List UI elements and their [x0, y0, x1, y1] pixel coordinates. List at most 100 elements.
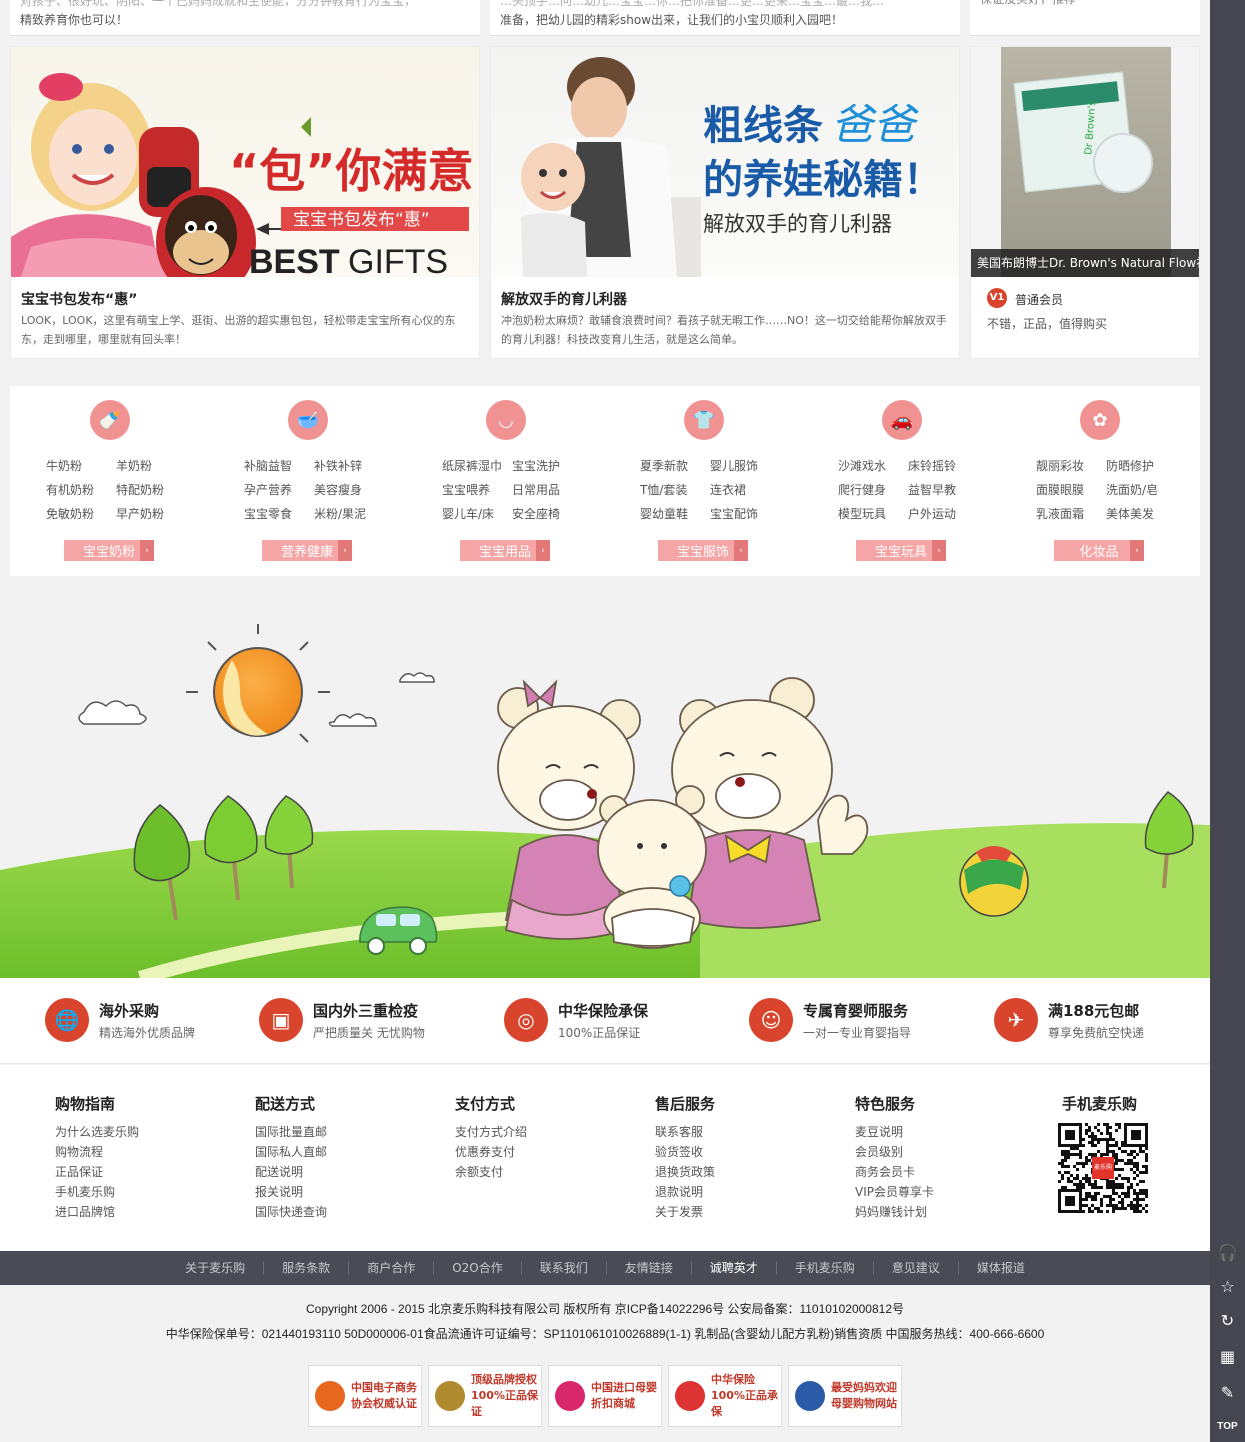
category-link[interactable]: 婴儿服饰: [710, 454, 780, 478]
category-link[interactable]: 补脑益智: [244, 454, 314, 478]
category-link[interactable]: 羊奶粉: [116, 454, 186, 478]
category-link[interactable]: 特配奶粉: [116, 478, 186, 502]
category-button[interactable]: 宝宝玩具 ›: [856, 540, 946, 561]
category-link[interactable]: 安全座椅: [512, 502, 582, 526]
category-button[interactable]: 化妆品 ›: [1054, 540, 1144, 561]
footer-nav-link[interactable]: 手机麦乐购: [777, 1261, 874, 1275]
footer-nav-link[interactable]: O2O合作: [434, 1261, 522, 1275]
trust-badge[interactable]: 顶级品牌授权 100%正品保证: [428, 1365, 542, 1427]
footer-link[interactable]: 国际快递查询: [255, 1202, 327, 1222]
footer-link[interactable]: VIP会员尊享卡: [855, 1182, 934, 1202]
category-link[interactable]: 免敏奶粉: [46, 502, 116, 526]
category-link[interactable]: 美体美发: [1106, 502, 1176, 526]
article-card-parenting-tools[interactable]: 粗线条 爸爸 的养娃秘籍！ 解放双手的育儿利器 解放双手的育儿利器 冲泡奶粉太麻…: [490, 46, 960, 359]
footer-link[interactable]: 为什么选麦乐购: [55, 1122, 139, 1142]
footer-link[interactable]: 联系客服: [655, 1122, 715, 1142]
category-link[interactable]: 连衣裙: [710, 478, 780, 502]
footer-link[interactable]: 手机麦乐购: [55, 1182, 139, 1202]
review-card-top[interactable]: 保证没买好，推荐: [970, 0, 1200, 36]
footer-link[interactable]: 妈妈赚钱计划: [855, 1202, 934, 1222]
footer-nav-link[interactable]: 友情链接: [607, 1261, 692, 1275]
refresh-icon[interactable]: ↻: [1210, 1304, 1245, 1336]
footer-link[interactable]: 退换货政策: [655, 1162, 715, 1182]
category-link[interactable]: 日常用品: [512, 478, 582, 502]
article-card-top-mid[interactable]: …头顶手…问…幼儿…宝宝…你…把你准备…更…更来…宝宝…最…我… 准备，把幼儿园…: [490, 0, 960, 36]
qr-code[interactable]: 麦乐购: [1058, 1123, 1148, 1213]
category-link[interactable]: 模型玩具: [838, 502, 908, 526]
category-link[interactable]: 宝宝零食: [244, 502, 314, 526]
review-photo[interactable]: Dr Brown's 美国布朗博士Dr. Brown's Natural Flo…: [971, 47, 1199, 277]
category-button[interactable]: 营养健康 ›: [262, 540, 352, 561]
bottle-icon[interactable]: 🍼: [90, 400, 130, 440]
category-link[interactable]: 面膜眼膜: [1036, 478, 1106, 502]
baby-clothes-icon[interactable]: 👕: [684, 400, 724, 440]
footer-link[interactable]: 国际私人直邮: [255, 1142, 327, 1162]
category-button[interactable]: 宝宝服饰 ›: [658, 540, 748, 561]
toy-car-icon[interactable]: 🚗: [882, 400, 922, 440]
trust-badge[interactable]: 中华保险 100%正品承保: [668, 1365, 782, 1427]
footer-link[interactable]: 配送说明: [255, 1162, 327, 1182]
article-card-schoolbag[interactable]: “包”你满意 宝宝书包发布“惠” BEST GIFTS 宝宝书包发布“惠” LO…: [10, 46, 480, 359]
category-link[interactable]: 宝宝喂养: [442, 478, 512, 502]
category-link[interactable]: 靓丽彩妆: [1036, 454, 1106, 478]
category-link[interactable]: 婴幼童鞋: [640, 502, 710, 526]
edit-feedback-icon[interactable]: ✎: [1210, 1376, 1245, 1408]
footer-link[interactable]: 余额支付: [455, 1162, 527, 1182]
category-link[interactable]: T恤/套装: [640, 478, 710, 502]
footer-link[interactable]: 报关说明: [255, 1182, 327, 1202]
footer-link[interactable]: 退款说明: [655, 1182, 715, 1202]
back-to-top-icon[interactable]: TOP: [1210, 1410, 1245, 1442]
customer-service-icon[interactable]: 🎧: [1210, 1236, 1245, 1268]
category-link[interactable]: 有机奶粉: [46, 478, 116, 502]
footer-link[interactable]: 麦豆说明: [855, 1122, 934, 1142]
footer-link[interactable]: 会员级别: [855, 1142, 934, 1162]
category-button[interactable]: 宝宝奶粉 ›: [64, 540, 154, 561]
category-link[interactable]: 孕产营养: [244, 478, 314, 502]
footer-nav-link[interactable]: 意见建议: [874, 1261, 959, 1275]
footer-link[interactable]: 支付方式介绍: [455, 1122, 527, 1142]
category-link[interactable]: 乳液面霜: [1036, 502, 1106, 526]
category-link[interactable]: 美容瘦身: [314, 478, 384, 502]
review-card[interactable]: Dr Brown's 美国布朗博士Dr. Brown's Natural Flo…: [970, 46, 1200, 359]
category-link[interactable]: 户外运动: [908, 502, 978, 526]
article-card-top-left[interactable]: 对孩子、很好玩、阴阳、一个已妈妈成就和生使能，分分钟教育行为宝宝， 精致养育你也…: [10, 0, 480, 36]
article-title[interactable]: 解放双手的育儿利器: [501, 289, 627, 309]
footer-link[interactable]: 正品保证: [55, 1162, 139, 1182]
category-link[interactable]: 早产奶粉: [116, 502, 186, 526]
footer-nav-link[interactable]: 诚聘英才: [692, 1261, 777, 1275]
footer-nav-link[interactable]: 媒体报道: [959, 1261, 1043, 1275]
footer-link[interactable]: 优惠券支付: [455, 1142, 527, 1162]
category-link[interactable]: 宝宝配饰: [710, 502, 780, 526]
footer-nav-link[interactable]: 商户合作: [349, 1261, 435, 1275]
qr-code-icon[interactable]: ▦: [1210, 1340, 1245, 1372]
category-link[interactable]: 防晒修护: [1106, 454, 1176, 478]
schoolbag-banner[interactable]: “包”你满意 宝宝书包发布“惠” BEST GIFTS: [11, 47, 479, 277]
bear-family-banner[interactable]: [0, 600, 1210, 985]
cosmetics-icon[interactable]: ✿: [1080, 400, 1120, 440]
category-button[interactable]: 宝宝用品 ›: [460, 540, 550, 561]
diaper-icon[interactable]: ◡: [486, 400, 526, 440]
bowl-icon[interactable]: 🥣: [288, 400, 328, 440]
category-link[interactable]: 益智早教: [908, 478, 978, 502]
footer-link[interactable]: 进口品牌馆: [55, 1202, 139, 1222]
category-link[interactable]: 婴儿车/床: [442, 502, 512, 526]
trust-badge[interactable]: 中国电子商务 协会权威认证: [308, 1365, 422, 1427]
article-title[interactable]: 宝宝书包发布“惠”: [21, 289, 137, 309]
category-link[interactable]: 床铃摇铃: [908, 454, 978, 478]
category-link[interactable]: 洗面奶/皂: [1106, 478, 1176, 502]
category-link[interactable]: 牛奶粉: [46, 454, 116, 478]
footer-link[interactable]: 关于发票: [655, 1202, 715, 1222]
footer-link[interactable]: 购物流程: [55, 1142, 139, 1162]
footer-nav-link[interactable]: 联系我们: [522, 1261, 607, 1275]
category-link[interactable]: 纸尿裤湿巾: [442, 454, 512, 478]
trust-badge[interactable]: 最受妈妈欢迎 母婴购物网站: [788, 1365, 902, 1427]
favorite-star-icon[interactable]: ☆: [1210, 1270, 1245, 1302]
trust-badge[interactable]: 中国进口母婴 折扣商城: [548, 1365, 662, 1427]
footer-nav-link[interactable]: 服务条款: [264, 1261, 350, 1275]
footer-link[interactable]: 商务会员卡: [855, 1162, 934, 1182]
footer-nav-link[interactable]: 关于麦乐购: [167, 1261, 265, 1275]
category-link[interactable]: 米粉/果泥: [314, 502, 384, 526]
category-link[interactable]: 夏季新款: [640, 454, 710, 478]
category-link[interactable]: 宝宝洗护: [512, 454, 582, 478]
parenting-tools-banner[interactable]: 粗线条 爸爸 的养娃秘籍！ 解放双手的育儿利器: [491, 47, 959, 277]
